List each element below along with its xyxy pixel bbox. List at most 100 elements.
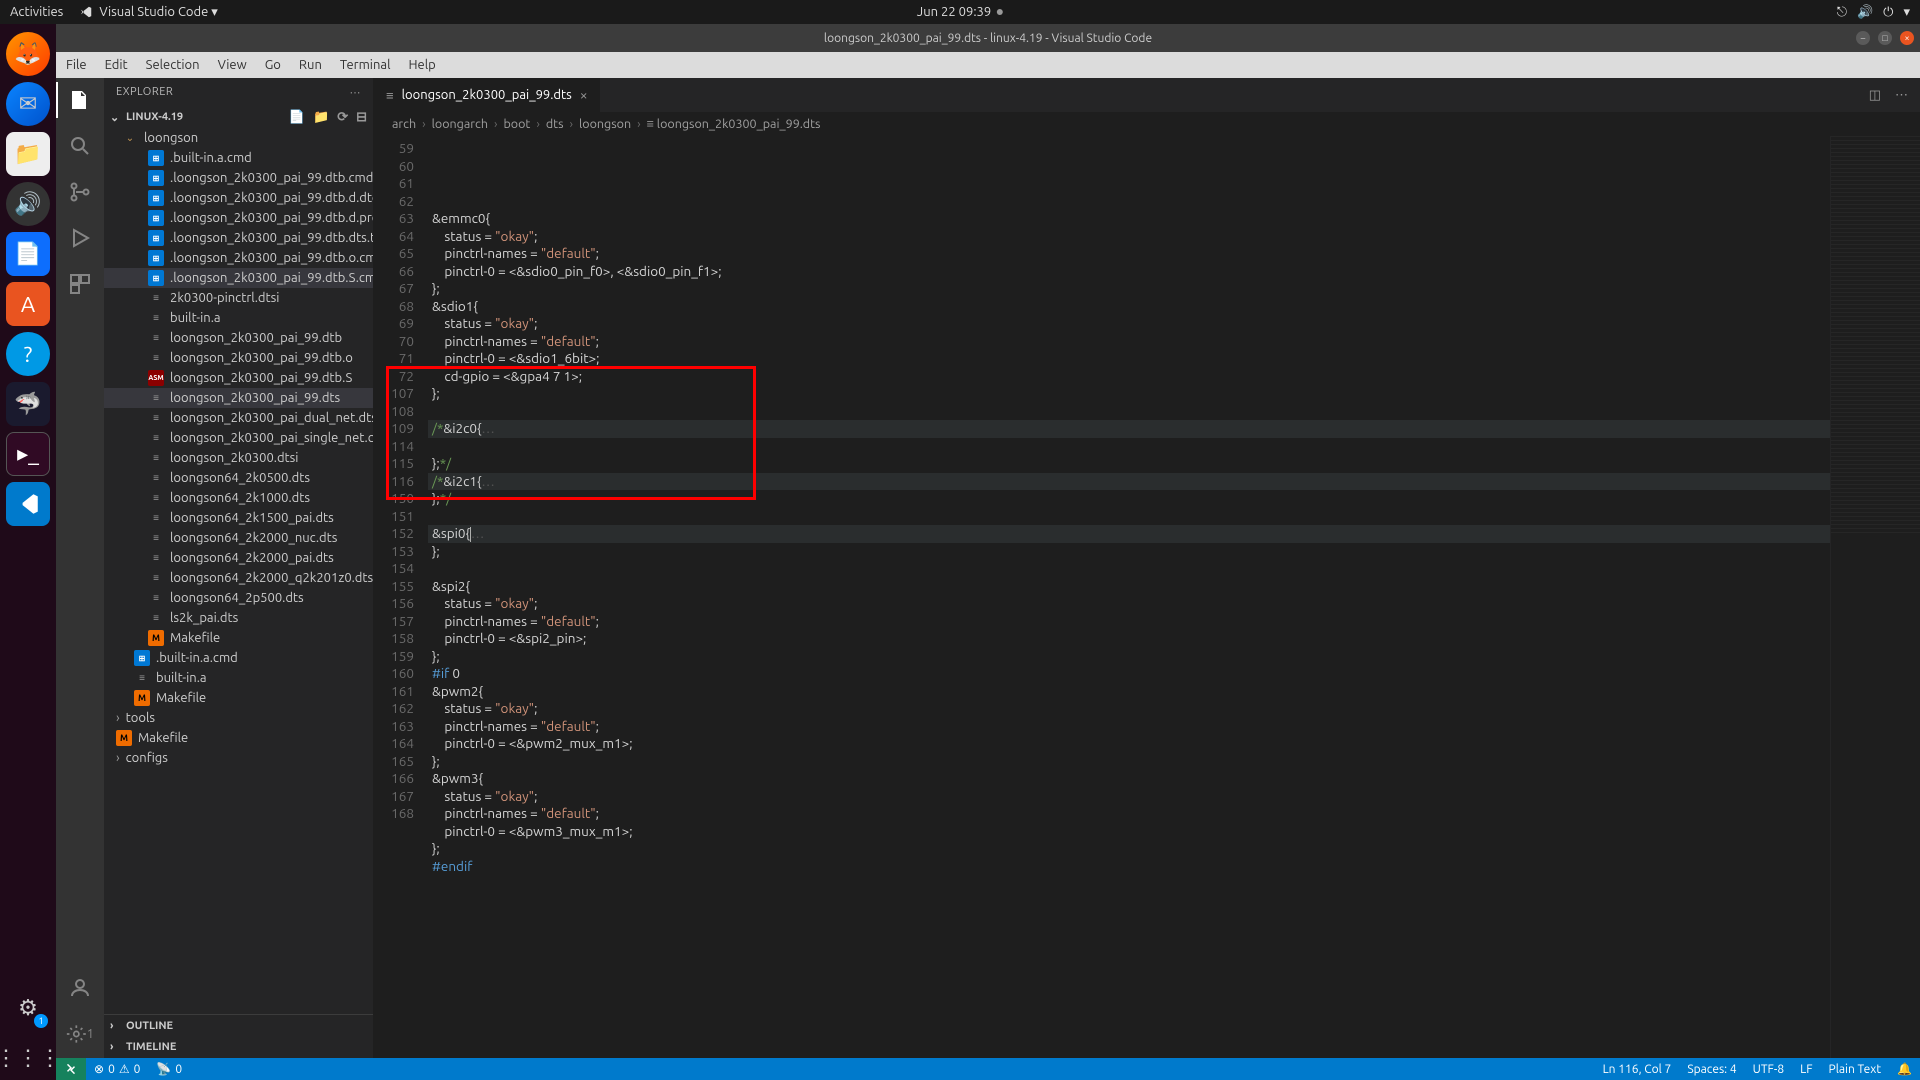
tree-file[interactable]: ≡loongson_2k0300_pai_single_net.dts	[104, 428, 373, 448]
tree-file[interactable]: ⊞.built-in.a.cmd	[104, 648, 373, 668]
code-line[interactable]: &spi0{…	[428, 525, 1830, 543]
menu-view[interactable]: View	[218, 58, 247, 72]
dock-rhythmbox[interactable]: 🔊	[6, 182, 50, 226]
close-tab-icon[interactable]: ×	[580, 87, 588, 103]
activities-button[interactable]: Activities	[10, 5, 63, 19]
menu-terminal[interactable]: Terminal	[340, 58, 391, 72]
code-line[interactable]: pinctrl-names = "default";	[432, 613, 1830, 631]
tree-file[interactable]: ⊞.loongson_2k0300_pai_99.dtb.o.cmd	[104, 248, 373, 268]
tree-file[interactable]: ≡loongson64_2k0500.dts	[104, 468, 373, 488]
breadcrumb-item[interactable]: loongarch	[432, 117, 488, 131]
code-line[interactable]: pinctrl-0 = <&sdio1_6bit>;	[432, 350, 1830, 368]
refresh-icon[interactable]: ⟳	[337, 110, 348, 125]
tree-file[interactable]: ≡loongson_2k0300_pai_99.dtb.o	[104, 348, 373, 368]
menu-edit[interactable]: Edit	[105, 58, 128, 72]
outline-section[interactable]: OUTLINE	[104, 1014, 373, 1036]
tree-file[interactable]: ≡loongson_2k0300_pai_dual_net.dts	[104, 408, 373, 428]
breadcrumb-item[interactable]: arch	[392, 117, 416, 131]
dock-software[interactable]: A	[6, 282, 50, 326]
window-maximize-button[interactable]: □	[1878, 31, 1892, 45]
activity-run-debug[interactable]	[66, 224, 94, 252]
code-line[interactable]: pinctrl-names = "default";	[432, 718, 1830, 736]
tree-file[interactable]: ⊞.loongson_2k0300_pai_99.dtb.dts.t...	[104, 228, 373, 248]
tree-file[interactable]: MMakefile	[104, 688, 373, 708]
tree-folder[interactable]: › tools	[104, 708, 373, 728]
activity-search[interactable]	[66, 132, 94, 160]
menu-go[interactable]: Go	[265, 58, 281, 72]
activity-extensions[interactable]	[66, 270, 94, 298]
tree-file[interactable]: ⊞.built-in.a.cmd	[104, 148, 373, 168]
file-tree[interactable]: ⌄loongson⊞.built-in.a.cmd⊞.loongson_2k03…	[104, 128, 373, 1014]
code-line[interactable]: };	[432, 385, 1830, 403]
code-line[interactable]: };*/	[432, 455, 1830, 473]
breadcrumb[interactable]: arch›loongarch›boot›dts›loongson›≡ loong…	[374, 112, 1920, 136]
code-line[interactable]	[432, 508, 1830, 526]
window-minimize-button[interactable]: –	[1856, 31, 1870, 45]
network-icon[interactable]: ⎋	[1837, 5, 1847, 20]
code-line[interactable]: #if 0	[432, 665, 1830, 683]
tree-file[interactable]: MMakefile	[104, 728, 373, 748]
code-line[interactable]: status = "okay";	[432, 595, 1830, 613]
code-line[interactable]: };	[432, 840, 1830, 858]
tree-file[interactable]: ≡loongson_2k0300_pai_99.dtb	[104, 328, 373, 348]
activity-explorer[interactable]	[66, 86, 94, 114]
split-editor-icon[interactable]: ◫	[1869, 88, 1881, 103]
remote-button[interactable]	[56, 1058, 86, 1080]
tree-file[interactable]: MMakefile	[104, 628, 373, 648]
code-line[interactable]	[432, 438, 1830, 456]
activity-source-control[interactable]	[66, 178, 94, 206]
code-line[interactable]: &spi2{	[432, 578, 1830, 596]
workspace-header[interactable]: LINUX-4.19 📄 📁 ⟳ ⊟	[104, 106, 373, 128]
tree-file[interactable]: ≡loongson64_2k2000_q2k201z0.dts	[104, 568, 373, 588]
code-line[interactable]: &pwm3{	[432, 770, 1830, 788]
editor-tab-active[interactable]: ≡ loongson_2k0300_pai_99.dts ×	[374, 78, 601, 112]
tree-file[interactable]: ≡loongson64_2k1000.dts	[104, 488, 373, 508]
menu-run[interactable]: Run	[299, 58, 322, 72]
tree-file[interactable]: ≡2k0300-pinctrl.dtsi	[104, 288, 373, 308]
activity-settings[interactable]: 1	[66, 1020, 94, 1048]
code-line[interactable]: };*/	[432, 490, 1830, 508]
code-line[interactable]: };	[432, 753, 1830, 771]
code-line[interactable]: pinctrl-0 = <&spi2_pin>;	[432, 630, 1830, 648]
app-menu[interactable]: Visual Studio Code ▾	[79, 5, 218, 20]
dock-wireshark[interactable]: 🦈	[6, 382, 50, 426]
menu-chevron-icon[interactable]: ▾	[1903, 5, 1910, 20]
sidebar-more-icon[interactable]: ⋯	[350, 86, 362, 99]
code-line[interactable]	[432, 193, 1830, 211]
code-line[interactable]: &sdio1{	[432, 298, 1830, 316]
code-line[interactable]	[432, 560, 1830, 578]
clock[interactable]: Jun 22 09:39	[917, 5, 1003, 19]
minimap[interactable]	[1830, 136, 1920, 1058]
code-line[interactable]: status = "okay";	[432, 315, 1830, 333]
tree-file[interactable]: ≡loongson_2k0300.dtsi	[104, 448, 373, 468]
tree-file[interactable]: ≡loongson64_2k2000_nuc.dts	[104, 528, 373, 548]
code-line[interactable]: #endif	[432, 858, 1830, 876]
code-content[interactable]: &emmc0{ status = "okay"; pinctrl-names =…	[432, 136, 1830, 1058]
menu-selection[interactable]: Selection	[146, 58, 200, 72]
code-line[interactable]: /*&i2c1{…	[428, 473, 1830, 491]
activity-accounts[interactable]	[66, 974, 94, 1002]
dock-vscode[interactable]	[6, 482, 50, 526]
code-line[interactable]: pinctrl-0 = <&sdio0_pin_f0>, <&sdio0_pin…	[432, 263, 1830, 281]
status-position[interactable]: Ln 116, Col 7	[1595, 1058, 1680, 1080]
status-ports[interactable]: 📡0	[148, 1058, 190, 1080]
code-line[interactable]: /*&i2c0{…	[428, 420, 1830, 438]
code-line[interactable]: pinctrl-0 = <&pwm2_mux_m1>;	[432, 735, 1830, 753]
code-line[interactable]: pinctrl-names = "default";	[432, 333, 1830, 351]
dock-settings[interactable]: ⚙1	[6, 986, 50, 1030]
menu-help[interactable]: Help	[408, 58, 435, 72]
tree-file[interactable]: ⊞.loongson_2k0300_pai_99.dtb.d.pre...	[104, 208, 373, 228]
dock-terminal[interactable]: ▸_	[6, 432, 50, 476]
breadcrumb-item[interactable]: dts	[546, 117, 564, 131]
code-line[interactable]: pinctrl-0 = <&pwm3_mux_m1>;	[432, 823, 1830, 841]
code-line[interactable]: };	[432, 648, 1830, 666]
code-line[interactable]: pinctrl-names = "default";	[432, 805, 1830, 823]
collapse-icon[interactable]: ⊟	[356, 110, 367, 125]
tree-file[interactable]: ≡loongson64_2k1500_pai.dts	[104, 508, 373, 528]
status-indent[interactable]: Spaces: 4	[1679, 1058, 1744, 1080]
tree-file[interactable]: ASMloongson_2k0300_pai_99.dtb.S	[104, 368, 373, 388]
breadcrumb-item[interactable]: loongson	[579, 117, 631, 131]
breadcrumb-item[interactable]: boot	[503, 117, 530, 131]
editor-more-icon[interactable]: ⋯	[1895, 88, 1908, 103]
dock-firefox[interactable]: 🦊	[6, 32, 50, 76]
